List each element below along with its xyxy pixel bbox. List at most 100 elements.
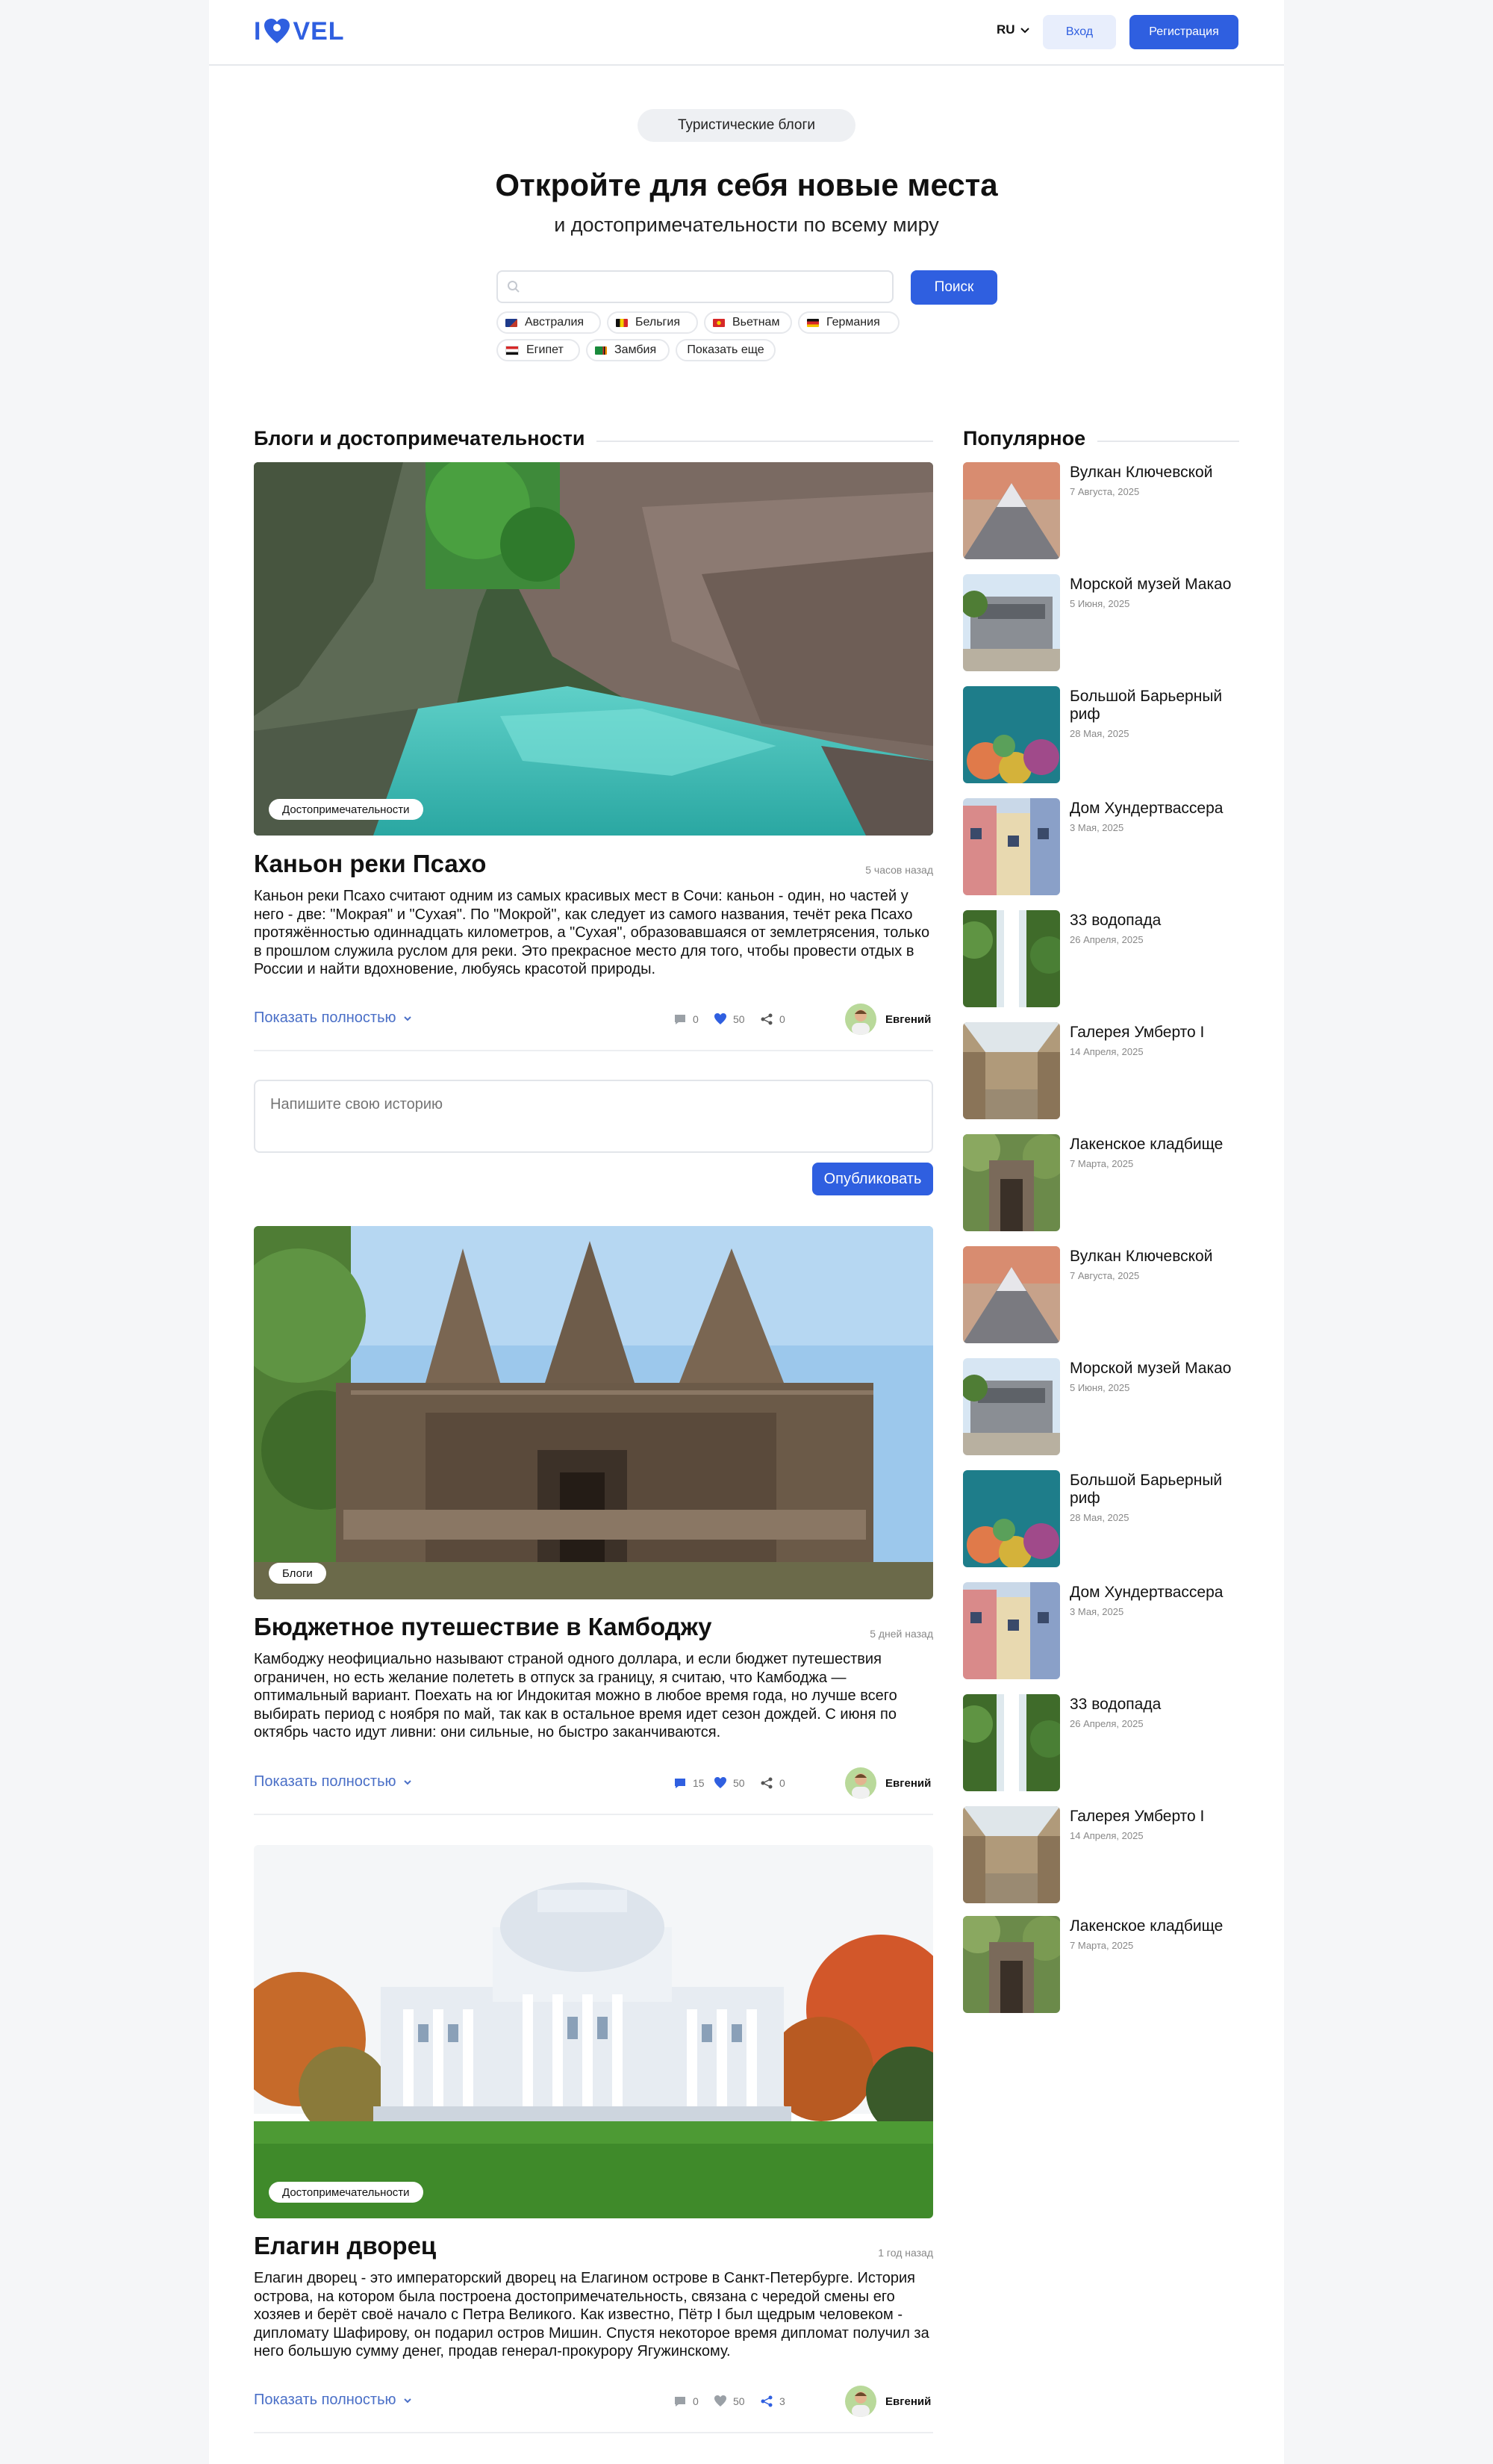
- show-full-post-link[interactable]: Показать полностью: [254, 1009, 413, 1027]
- thumb-museum: [963, 1358, 1060, 1455]
- comments-count[interactable]: 15: [673, 1776, 705, 1790]
- show-more-countries-button[interactable]: Показать еще: [676, 339, 776, 361]
- popular-item-title: Большой Барьерный риф: [1070, 1472, 1223, 1507]
- story-input[interactable]: [254, 1080, 933, 1153]
- country-chip-belgium[interactable]: Бельгия: [607, 311, 698, 334]
- popular-item-title: Лакенское кладбище: [1070, 1917, 1224, 1935]
- hero-badge: Туристические блоги: [638, 109, 855, 142]
- popular-item[interactable]: Дом Хундертвассера 3 Мая, 2025: [963, 1582, 1239, 1679]
- post-excerpt: Камбоджу неофициально называют страной о…: [254, 1651, 897, 1740]
- logo-text-end: VEL: [293, 16, 345, 46]
- flag-egypt-icon: [505, 345, 519, 355]
- post-author[interactable]: Евгений: [845, 1767, 931, 1799]
- comment-icon: [675, 2397, 685, 2407]
- post-divider: [254, 1814, 933, 1815]
- popular-item[interactable]: Лакенское кладбище 7 Марта, 2025: [963, 1134, 1239, 1231]
- post-author[interactable]: Евгений: [845, 2386, 931, 2417]
- post-image-cambodia-temple[interactable]: [254, 1226, 933, 1599]
- popular-item[interactable]: Вулкан Ключевской 7 Августа, 2025: [963, 1246, 1239, 1343]
- comments-value: 0: [693, 1013, 699, 1025]
- country-chip-label: Вьетнам: [732, 316, 780, 329]
- post-tag[interactable]: Достопримечательности: [269, 799, 423, 820]
- country-chip-label: Австралия: [525, 316, 585, 329]
- country-chip-germany[interactable]: Германия: [798, 311, 900, 334]
- popular-item-date: 14 Апреля, 2025: [1070, 1046, 1144, 1057]
- logo[interactable]: I VEL: [254, 15, 345, 48]
- shares-count[interactable]: 0: [760, 1012, 785, 1026]
- show-more-label: Показать еще: [687, 343, 764, 356]
- popular-item-title: Вулкан Ключевской: [1070, 464, 1213, 481]
- popular-item[interactable]: Большой Барьерный риф 28 Мая, 2025: [963, 686, 1239, 783]
- palace-illustration: [254, 1845, 933, 2218]
- likes-count[interactable]: 50: [714, 1776, 745, 1790]
- popular-item-date: 26 Апреля, 2025: [1070, 934, 1144, 945]
- popular-item-title: Большой Барьерный риф: [1070, 688, 1223, 723]
- popular-item[interactable]: 33 водопада 26 Апреля, 2025: [963, 1694, 1239, 1791]
- comments-count[interactable]: 0: [673, 2395, 699, 2408]
- thumb-museum: [963, 574, 1060, 671]
- post-image-canyon[interactable]: [254, 462, 933, 836]
- country-chip-australia[interactable]: Австралия: [496, 311, 601, 334]
- thumb-waterfall: [963, 910, 1060, 1007]
- share-icon: [761, 2395, 773, 2407]
- register-button[interactable]: Регистрация: [1129, 15, 1238, 49]
- temple-illustration: [254, 1226, 933, 1599]
- popular-item[interactable]: Вулкан Ключевской 7 Августа, 2025: [963, 462, 1239, 559]
- chevron-down-icon: [1020, 28, 1029, 34]
- shares-count[interactable]: 3: [760, 2395, 785, 2408]
- flag-vietnam-icon: [713, 318, 725, 327]
- country-chip-egypt[interactable]: Египет: [496, 339, 580, 361]
- post-divider: [254, 2432, 933, 2433]
- popular-item-title: Дом Хундертвассера: [1070, 800, 1224, 817]
- popular-item-title: Морской музей Макао: [1070, 1360, 1232, 1377]
- post-title[interactable]: Каньон реки Псахо: [254, 850, 486, 878]
- likes-count[interactable]: 50: [714, 1012, 745, 1026]
- heart-icon: [714, 1777, 726, 1788]
- shares-count[interactable]: 0: [760, 1776, 785, 1790]
- avatar: [845, 2386, 876, 2417]
- search-button[interactable]: Поиск: [911, 270, 997, 305]
- popular-item[interactable]: Дом Хундертвассера 3 Мая, 2025: [963, 798, 1239, 895]
- page: I VEL RU Вход Регистрация Туристические …: [209, 0, 1284, 2464]
- show-full-post-link[interactable]: Показать полностью: [254, 2392, 413, 2409]
- popular-item[interactable]: 33 водопада 26 Апреля, 2025: [963, 910, 1239, 1007]
- show-full-label: Показать полностью: [254, 1773, 396, 1790]
- popular-item-date: 26 Апреля, 2025: [1070, 1718, 1144, 1729]
- likes-count[interactable]: 50: [714, 2395, 745, 2408]
- popular-item-date: 5 Июня, 2025: [1070, 1382, 1130, 1393]
- comments-count[interactable]: 0: [673, 1012, 699, 1026]
- country-chip-vietnam[interactable]: Вьетнам: [704, 311, 792, 334]
- popular-item[interactable]: Большой Барьерный риф 28 Мая, 2025: [963, 1470, 1239, 1567]
- post-tag[interactable]: Достопримечательности: [269, 2182, 423, 2203]
- post-tag[interactable]: Блоги: [269, 1563, 326, 1584]
- post-image-elagin-palace[interactable]: [254, 1845, 933, 2218]
- share-icon: [761, 1013, 773, 1025]
- publish-button[interactable]: Опубликовать: [812, 1163, 933, 1195]
- post-time: 5 часов назад: [865, 864, 933, 876]
- blogs-section-title: Блоги и достопримечательности: [254, 427, 597, 450]
- flag-belgium-icon: [616, 318, 628, 327]
- thumb-cemetery: [963, 1134, 1060, 1231]
- country-chip-zambia[interactable]: Замбия: [586, 339, 670, 361]
- language-selector[interactable]: RU: [997, 22, 1030, 37]
- popular-item-date: 7 Августа, 2025: [1070, 1270, 1140, 1281]
- thumb-hundertwasser: [963, 1582, 1060, 1679]
- popular-item-date: 3 Мая, 2025: [1070, 1606, 1124, 1617]
- popular-item[interactable]: Галерея Умберто I 14 Апреля, 2025: [963, 1022, 1239, 1119]
- show-full-post-link[interactable]: Показать полностью: [254, 1773, 413, 1791]
- thumb-waterfall: [963, 1694, 1060, 1791]
- post-author[interactable]: Евгений: [845, 1004, 931, 1035]
- popular-item-date: 5 Июня, 2025: [1070, 598, 1130, 609]
- popular-item[interactable]: Лакенское кладбище 7 Марта, 2025: [963, 1916, 1239, 2013]
- country-chip-label: Замбия: [614, 343, 657, 356]
- search-input[interactable]: [496, 270, 894, 303]
- login-button[interactable]: Вход: [1043, 15, 1116, 49]
- popular-item[interactable]: Морской музей Макао 5 Июня, 2025: [963, 1358, 1239, 1455]
- popular-item[interactable]: Галерея Умберто I 14 Апреля, 2025: [963, 1806, 1239, 1903]
- popular-item[interactable]: Морской музей Макао 5 Июня, 2025: [963, 574, 1239, 671]
- post-title[interactable]: Бюджетное путешествие в Камбоджу: [254, 1613, 711, 1641]
- thumb-gallery: [963, 1806, 1060, 1903]
- avatar: [845, 1767, 876, 1799]
- post-title[interactable]: Елагин дворец: [254, 2232, 436, 2260]
- avatar: [845, 1004, 876, 1035]
